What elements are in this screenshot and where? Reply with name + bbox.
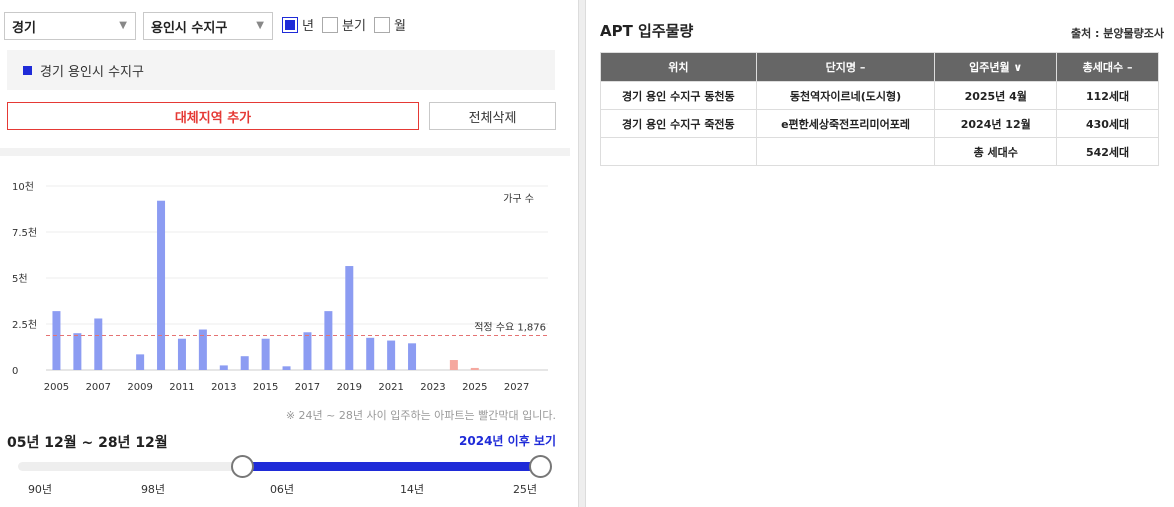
header-total-households[interactable]: 총세대수 – — [1056, 52, 1159, 82]
apt-table-title: APT 입주물량 — [600, 22, 694, 40]
bar-2010[interactable] — [157, 200, 166, 370]
city-select[interactable]: 용인시 수지구 ▼ — [143, 12, 273, 40]
bar-2011[interactable] — [177, 338, 186, 370]
slider-tick-label: 25년 — [512, 483, 538, 496]
cell-households: 430세대 — [1056, 109, 1159, 138]
section-separator — [0, 148, 570, 156]
apt-table-source: 출처 : 분양물량조사 — [1070, 27, 1164, 40]
x-tick-label: 2011 — [169, 382, 194, 393]
bar-2014[interactable] — [240, 356, 249, 370]
cell-location: 경기 용인 수지구 동천동 — [600, 81, 757, 110]
bar-2025[interactable] — [470, 367, 479, 370]
header-complex-name[interactable]: 단지명 – — [755, 52, 936, 82]
apt-move-in-table: 위치 단지명 – 입주년월 ∨ 총세대수 – 경기 용인 수지구 동천동 동천역… — [600, 52, 1159, 166]
region-color-square-icon — [23, 65, 32, 75]
bar-2021[interactable] — [387, 340, 396, 370]
cell-total-value: 542세대 — [1056, 137, 1159, 166]
bar-2005[interactable] — [52, 311, 61, 370]
add-alternative-region-button[interactable]: 대체지역 추가 — [7, 102, 419, 130]
x-tick-label: 2015 — [253, 382, 278, 393]
cell-location: 경기 용인 수지구 죽전동 — [600, 109, 757, 138]
supply-bar-chart: 0 2.5천 5천 7.5천 10천 2005 2007 2009 2011 2013 2015 20… — [12, 181, 548, 393]
x-tick-label: 2007 — [86, 382, 111, 393]
slider-tick-label: 14년 — [399, 483, 425, 496]
x-tick-label: 2005 — [44, 382, 69, 393]
period-year-label: 년 — [302, 19, 314, 34]
x-tick-label: 2019 — [337, 382, 362, 393]
bar-2016[interactable] — [282, 366, 291, 370]
selected-region-label: 경기 용인시 수지구 — [40, 64, 144, 80]
cell-complex-name: 동천역자이르네(도시형) — [755, 81, 936, 110]
x-tick-label: 2023 — [420, 382, 445, 393]
chart-note: ※ 24년 ~ 28년 사이 입주하는 아파트는 빨간막대 입니다. — [285, 409, 556, 422]
bar-2018[interactable] — [324, 311, 333, 370]
left-panel: 경기 ▼ 용인시 수지구 ▼ 년 분기 월 경기 용인시 수지구 대체지역 추가… — [0, 0, 578, 507]
chevron-down-icon: ▼ — [256, 20, 264, 31]
cell-move-in-date: 2024년 12월 — [934, 109, 1058, 138]
y-tick-label: 0 — [12, 366, 18, 377]
period-quarter-label: 분기 — [342, 19, 366, 34]
table-row: 경기 용인 수지구 죽전동 e편한세상죽전프리미어포레 2024년 12월 43… — [600, 109, 1159, 138]
cell-move-in-date: 2025년 4월 — [934, 81, 1058, 110]
bar-2019[interactable] — [345, 266, 354, 370]
period-month-checkbox[interactable]: 월 — [374, 15, 406, 34]
bar-2013[interactable] — [219, 365, 228, 370]
checkbox-checked-icon[interactable] — [282, 16, 298, 33]
panel-divider — [578, 0, 586, 507]
bar-2009[interactable] — [136, 354, 145, 370]
city-select-value: 용인시 수지구 — [151, 20, 228, 36]
cell-empty — [600, 137, 757, 166]
cell-households: 112세대 — [1056, 81, 1159, 110]
selected-region-box: 경기 용인시 수지구 — [7, 50, 555, 90]
x-tick-label: 2027 — [504, 382, 529, 393]
y-tick-label: 10천 — [12, 181, 34, 193]
bar-2006[interactable] — [73, 333, 82, 370]
slider-tick-label: 90년 — [27, 483, 53, 496]
period-year-checkbox[interactable]: 년 — [282, 15, 314, 34]
province-select[interactable]: 경기 ▼ — [4, 12, 136, 40]
y-tick-label: 2.5천 — [12, 319, 37, 331]
range-slider-fill — [242, 462, 540, 471]
x-tick-label: 2009 — [127, 382, 152, 393]
chevron-down-icon: ▼ — [119, 20, 127, 31]
table-header-row: 위치 단지명 – 입주년월 ∨ 총세대수 – — [600, 52, 1159, 82]
table-total-row: 총 세대수 542세대 — [600, 137, 1159, 166]
table-row: 경기 용인 수지구 동천동 동천역자이르네(도시형) 2025년 4월 112세… — [600, 81, 1159, 110]
cell-complex-name: e편한세상죽전프리미어포레 — [755, 109, 936, 138]
y-tick-label: 7.5천 — [12, 227, 37, 239]
header-move-in-date[interactable]: 입주년월 ∨ — [934, 52, 1058, 82]
slider-tick-label: 98년 — [140, 483, 166, 496]
x-tick-label: 2013 — [211, 382, 236, 393]
view-after-2024-link[interactable]: 2024년 이후 보기 — [400, 432, 556, 449]
checkbox-unchecked-icon[interactable] — [322, 16, 338, 33]
right-panel: APT 입주물량 출처 : 분양물량조사 위치 단지명 – 입주년월 ∨ 총세대… — [586, 0, 1174, 507]
slider-tick-label: 06년 — [269, 483, 295, 496]
delete-all-button[interactable]: 전체삭제 — [429, 102, 556, 130]
bar-2022[interactable] — [408, 343, 417, 370]
range-slider-end-handle[interactable] — [529, 455, 552, 478]
x-tick-label: 2017 — [295, 382, 320, 393]
cell-empty — [755, 137, 936, 166]
province-select-value: 경기 — [12, 20, 36, 36]
range-slider-start-handle[interactable] — [231, 455, 255, 478]
period-month-label: 월 — [394, 19, 406, 34]
period-quarter-checkbox[interactable]: 분기 — [322, 15, 366, 34]
x-tick-label: 2025 — [462, 382, 487, 393]
bar-2020[interactable] — [366, 337, 375, 370]
bar-2024[interactable] — [449, 360, 458, 370]
bar-2007[interactable] — [94, 318, 103, 370]
reference-line-label: 적정 수요 1,876 — [474, 321, 546, 333]
chart-legend: 가구 수 — [503, 193, 534, 205]
bar-2015[interactable] — [261, 338, 270, 370]
checkbox-unchecked-icon[interactable] — [374, 16, 390, 33]
cell-total-label: 총 세대수 — [934, 137, 1058, 166]
header-location: 위치 — [600, 52, 757, 82]
x-tick-label: 2021 — [378, 382, 403, 393]
date-range-label: 05년 12월 ~ 28년 12월 — [7, 435, 168, 451]
bar-2017[interactable] — [303, 332, 312, 370]
y-tick-label: 5천 — [12, 273, 28, 285]
